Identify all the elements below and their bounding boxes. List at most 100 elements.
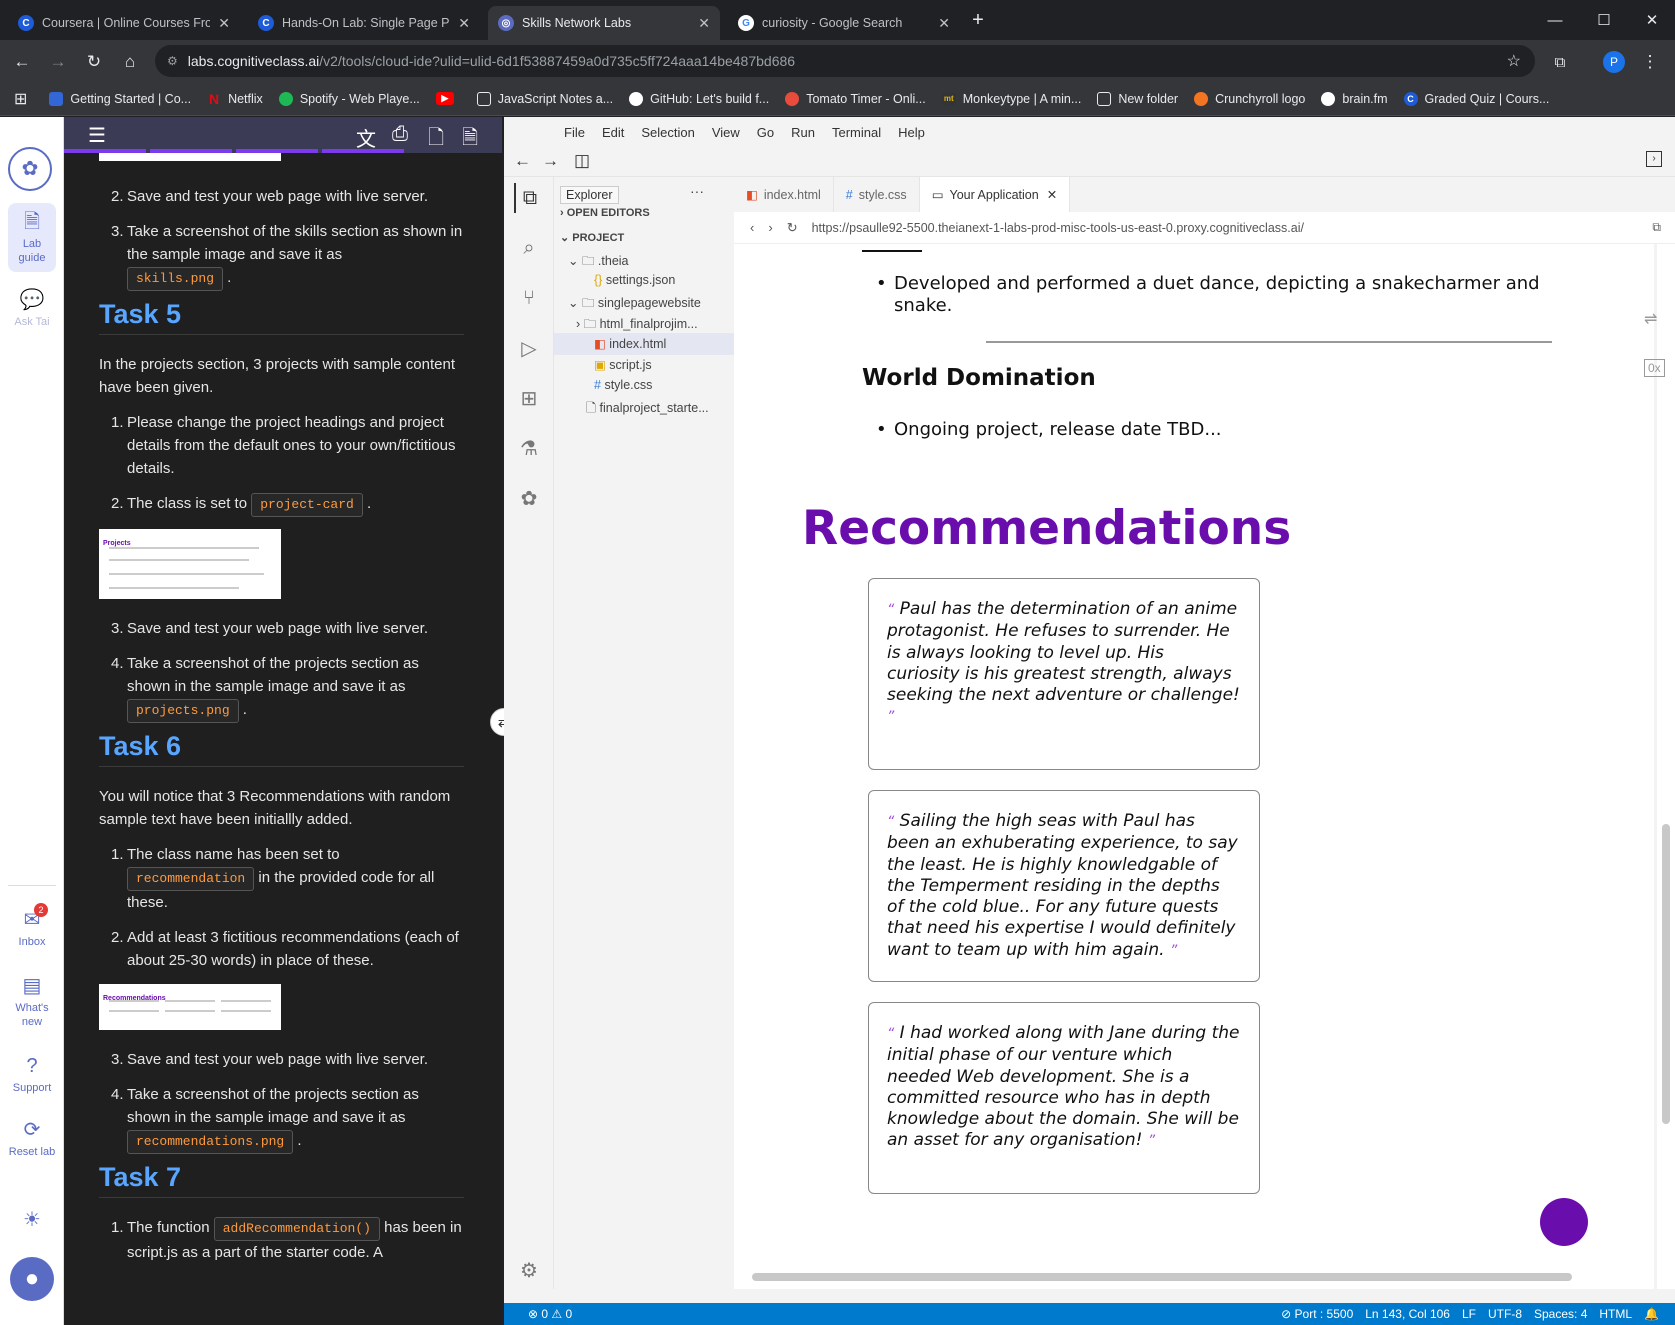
indent-indicator[interactable]: Spaces: 4 bbox=[1534, 1307, 1587, 1321]
menu-file[interactable]: File bbox=[564, 125, 585, 140]
bookmark-github[interactable]: GitHub: Let's build f... bbox=[629, 91, 769, 106]
tree-file-finalproject-starter[interactable]: 🗋 finalproject_starte... bbox=[586, 399, 709, 420]
explorer-icon[interactable]: ⧉ bbox=[514, 183, 544, 213]
bookmark-brainfm[interactable]: brain.fm bbox=[1321, 91, 1388, 106]
editor-tab-index-html[interactable]: ◧ index.html bbox=[734, 177, 834, 212]
bookmark-star-icon[interactable]: ☆ bbox=[1507, 51, 1521, 71]
tree-file-style-css[interactable]: # style.css bbox=[594, 378, 652, 392]
preview-back-icon[interactable]: ‹ bbox=[750, 220, 754, 235]
close-tab-icon[interactable]: ✕ bbox=[938, 15, 950, 32]
document-icon[interactable]: 🗎 bbox=[462, 123, 478, 157]
new-tab-button[interactable]: + bbox=[958, 6, 998, 34]
close-tab-icon[interactable]: ✕ bbox=[458, 15, 470, 32]
bookmark-spotify[interactable]: Spotify - Web Playe... bbox=[278, 91, 420, 106]
whats-new-button[interactable]: ▤ What's new bbox=[8, 973, 56, 1030]
code-recommendation[interactable]: recommendation bbox=[127, 867, 255, 891]
browser-tab-coursera[interactable]: C Coursera | Online Courses From ✕ bbox=[8, 6, 240, 40]
forward-icon[interactable]: → bbox=[44, 48, 72, 76]
floating-action-button[interactable] bbox=[1540, 1198, 1588, 1246]
settings-gear-icon[interactable]: ⚙ bbox=[514, 1255, 544, 1285]
menu-selection[interactable]: Selection bbox=[641, 125, 694, 140]
tab-search-icon[interactable]: ⧉ bbox=[1546, 48, 1574, 76]
code-add-recommendation[interactable]: addRecommendation() bbox=[213, 1217, 380, 1241]
skills-network-toolbox-icon[interactable]: ✿ bbox=[514, 483, 544, 513]
tree-file-script-js[interactable]: ▣ script.js bbox=[594, 357, 652, 372]
more-actions-icon[interactable]: ··· bbox=[690, 183, 704, 199]
ask-tai-button[interactable]: 💬 Ask Tai bbox=[8, 287, 56, 329]
toggle-panel-icon[interactable]: ◫ bbox=[574, 151, 590, 171]
code-projects-png[interactable]: projects.png bbox=[127, 699, 239, 723]
bookmark-tomato-timer[interactable]: Tomato Timer - Onli... bbox=[785, 91, 926, 106]
port-indicator[interactable]: ⊘ Port : 5500 bbox=[1281, 1307, 1353, 1321]
close-tab-icon[interactable]: ✕ bbox=[218, 15, 230, 32]
project-section[interactable]: ⌄ PROJECT bbox=[560, 231, 624, 244]
inbox-button[interactable]: ✉ 2 Inbox bbox=[8, 903, 56, 949]
back-icon[interactable]: ← bbox=[8, 48, 36, 76]
close-window-button[interactable]: ✕ bbox=[1632, 6, 1672, 34]
eol-indicator[interactable]: LF bbox=[1462, 1307, 1476, 1321]
home-icon[interactable]: ⌂ bbox=[116, 48, 144, 76]
reset-lab-button[interactable]: ⟳ Reset lab bbox=[8, 1117, 56, 1159]
preview-url-input[interactable]: https://psaulle92-5500.theianext-1-labs-… bbox=[812, 221, 1304, 235]
profile-avatar[interactable]: P bbox=[1600, 48, 1628, 76]
open-editors-section[interactable]: › OPEN EDITORS bbox=[560, 207, 650, 219]
encoding-indicator[interactable]: UTF-8 bbox=[1488, 1307, 1522, 1321]
vertical-scrollbar-thumb[interactable] bbox=[1662, 824, 1670, 1124]
editor-tab-your-application[interactable]: ▭ Your Application ✕ bbox=[919, 177, 1071, 212]
tree-folder-theia[interactable]: ⌄ 🗀 .theia bbox=[568, 252, 629, 273]
close-tab-icon[interactable]: ✕ bbox=[698, 15, 710, 32]
search-icon[interactable]: ⌕ bbox=[514, 233, 544, 263]
browser-tab-google-search[interactable]: G curiosity - Google Search ✕ bbox=[728, 6, 960, 40]
bookmark-monkeytype[interactable]: mt Monkeytype | A min... bbox=[941, 91, 1081, 106]
menu-go[interactable]: Go bbox=[757, 125, 774, 140]
support-button[interactable]: ? Support bbox=[8, 1053, 56, 1095]
menu-view[interactable]: View bbox=[712, 125, 740, 140]
translate-icon[interactable]: 文 bbox=[356, 123, 376, 152]
browser-tab-skills-network[interactable]: ◎ Skills Network Labs ✕ bbox=[488, 6, 720, 40]
menu-help[interactable]: Help bbox=[898, 125, 925, 140]
code-recommendations-png[interactable]: recommendations.png bbox=[127, 1130, 294, 1154]
reload-icon[interactable]: ↻ bbox=[80, 48, 108, 76]
bookmark-javascript-notes[interactable]: JavaScript Notes a... bbox=[476, 91, 613, 106]
forward-icon[interactable]: → bbox=[542, 151, 559, 171]
site-info-icon[interactable]: ⚙ bbox=[167, 54, 178, 68]
code-skills-png[interactable]: skills.png bbox=[127, 267, 224, 291]
source-control-icon[interactable]: ⑂ bbox=[514, 283, 544, 313]
preview-reload-icon[interactable]: ↻ bbox=[787, 220, 798, 236]
language-indicator[interactable]: HTML bbox=[1599, 1307, 1632, 1321]
back-icon[interactable]: ← bbox=[514, 151, 531, 171]
preview-forward-icon[interactable]: › bbox=[768, 220, 772, 235]
maximize-window-button[interactable]: ☐ bbox=[1584, 6, 1624, 34]
bookmark-crunchyroll[interactable]: Crunchyroll logo bbox=[1194, 91, 1305, 106]
tree-folder-singlepagewebsite[interactable]: ⌄ 🗀 singlepagewebsite bbox=[568, 294, 701, 315]
testing-flask-icon[interactable]: ⚗ bbox=[514, 433, 544, 463]
print-icon[interactable]: ⎙ bbox=[392, 123, 408, 146]
run-debug-icon[interactable]: ▷ bbox=[514, 333, 544, 363]
address-bar[interactable]: ⚙ labs.cognitiveclass.ai/v2/tools/cloud-… bbox=[155, 45, 1535, 77]
bookmark-netflix[interactable]: N Netflix bbox=[207, 91, 263, 107]
minimize-window-button[interactable]: — bbox=[1535, 6, 1575, 34]
browser-menu-icon[interactable]: ⋮ bbox=[1636, 48, 1664, 76]
menu-edit[interactable]: Edit bbox=[602, 125, 624, 140]
menu-run[interactable]: Run bbox=[791, 125, 815, 140]
tree-file-settings-json[interactable]: {} settings.json bbox=[594, 273, 675, 287]
close-tab-icon[interactable]: ✕ bbox=[1047, 187, 1057, 202]
cursor-position[interactable]: Ln 143, Col 106 bbox=[1365, 1307, 1450, 1321]
horizontal-scrollbar[interactable] bbox=[752, 1273, 1572, 1281]
theme-toggle-icon[interactable]: ☀ bbox=[8, 1207, 56, 1235]
editor-tab-style-css[interactable]: # style.css bbox=[834, 177, 920, 212]
lab-guide-button[interactable]: 🗎 Lab guide bbox=[8, 203, 56, 272]
new-file-icon[interactable]: 🗋 bbox=[428, 123, 444, 157]
hamburger-menu-icon[interactable]: ☰ bbox=[88, 123, 106, 148]
bookmark-youtube[interactable]: ▶ bbox=[435, 92, 461, 105]
tree-file-index-html[interactable]: ◧ index.html bbox=[594, 336, 666, 351]
open-external-icon[interactable]: ⧉ bbox=[1652, 220, 1661, 235]
apps-grid-icon[interactable]: ⊞ bbox=[14, 89, 27, 109]
bookmark-graded-quiz[interactable]: C Graded Quiz | Cours... bbox=[1403, 91, 1549, 106]
bookmark-new-folder[interactable]: New folder bbox=[1097, 91, 1178, 106]
browser-tab-hands-on-lab[interactable]: C Hands-On Lab: Single Page Port ✕ bbox=[248, 6, 480, 40]
user-avatar-icon[interactable]: ● bbox=[8, 1257, 56, 1301]
variables-icon[interactable]: 0x bbox=[1644, 359, 1665, 377]
problems-indicator[interactable]: ⊗ 0 ⚠ 0 bbox=[528, 1307, 572, 1321]
menu-terminal[interactable]: Terminal bbox=[832, 125, 881, 140]
